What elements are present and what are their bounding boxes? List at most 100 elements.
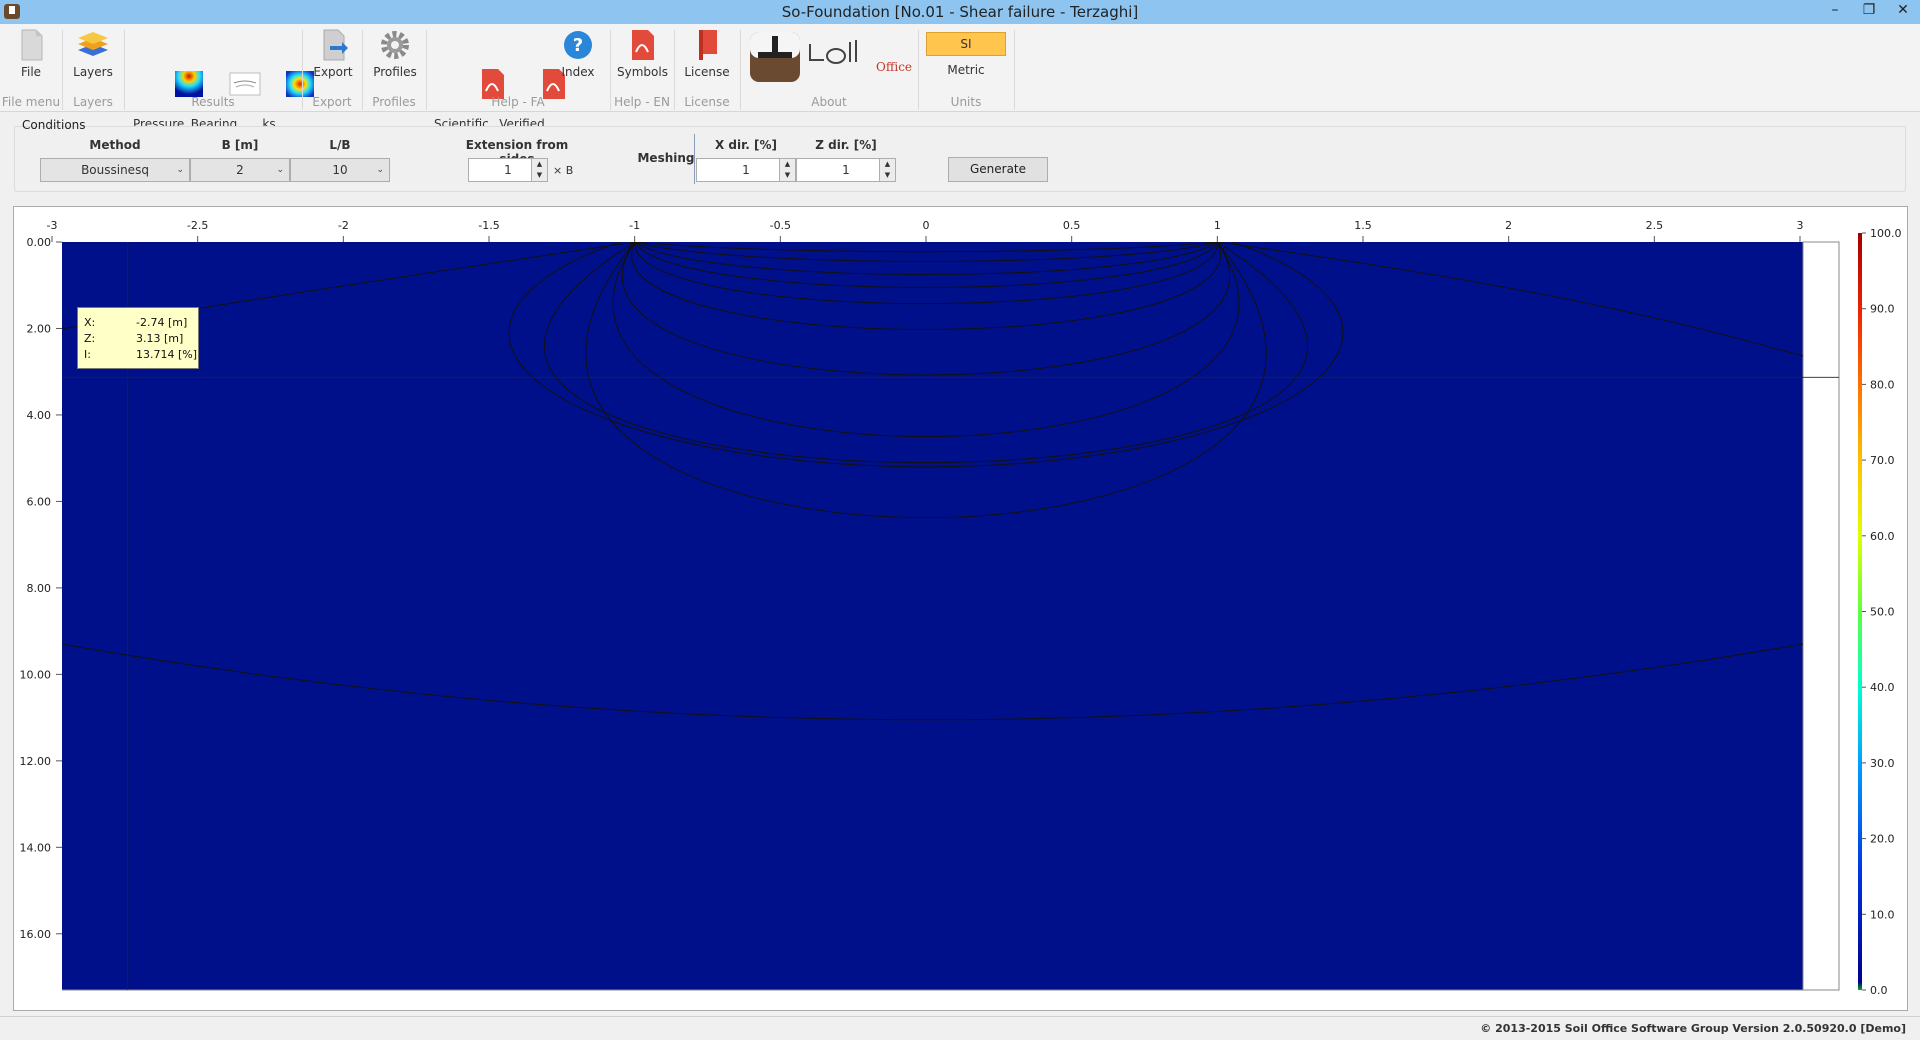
symbols-button[interactable]: Symbols xyxy=(617,28,668,79)
symbols-label: Symbols xyxy=(617,65,668,79)
zdir-input[interactable]: 1 ▲ ▼ xyxy=(796,158,896,182)
pdf-document-icon-2 xyxy=(505,54,565,99)
svg-text:?: ? xyxy=(573,35,583,56)
x-tick-label-3: -1.5 xyxy=(478,219,499,232)
export-icon xyxy=(316,28,350,62)
colorbar-tick-label-0: 100.0 xyxy=(1870,227,1902,240)
arrow-up-icon[interactable]: ▲ xyxy=(880,159,895,170)
value-tooltip: X: -2.74 [m] Z: 3.13 [m] I: 13.714 [%] xyxy=(77,307,199,369)
xdir-stepper[interactable]: ▲ ▼ xyxy=(779,159,795,181)
index-button[interactable]: ? Index xyxy=(555,28,601,79)
app-window: So-Foundation [No.01 - Shear failure - T… xyxy=(0,0,1920,1040)
method-select[interactable]: Boussinesq ⌄ xyxy=(40,158,190,182)
colorbar-tick-label-4: 60.0 xyxy=(1870,530,1895,543)
license-label: License xyxy=(684,65,730,79)
y-tick-label-1: 2.00 xyxy=(27,322,52,335)
b-value: 2 xyxy=(236,163,244,177)
x-tick-label-1: -2.5 xyxy=(187,219,208,232)
title-bar: So-Foundation [No.01 - Shear failure - T… xyxy=(0,0,1920,24)
heatmap-margin xyxy=(1802,241,1840,991)
zdir-label: Z dir. [%] xyxy=(815,138,877,152)
pressure-isobars-icon xyxy=(141,54,203,97)
colorbar-tick-label-10: 0.0 xyxy=(1870,984,1888,997)
x-tick-label-10: 2 xyxy=(1505,219,1512,232)
tooltip-x-value: -2.74 [m] xyxy=(136,316,188,329)
xdir-input[interactable]: 1 ▲ ▼ xyxy=(696,158,796,182)
file-button[interactable]: File xyxy=(8,28,54,79)
y-tick-label-2: 4.00 xyxy=(27,409,52,422)
x-tick-label-8: 1 xyxy=(1214,219,1221,232)
colorbar-tick-label-2: 80.0 xyxy=(1870,378,1895,391)
pressure-isobars-chart[interactable]: -3 -2.5 -2 -1.5 -1 -0.5 0 0.5 1 1.5 2 2.5 3 0.00 2.00… xyxy=(14,207,1907,1010)
x-axis: -3 -2.5 -2 -1.5 -1 -0.5 0 0.5 1 1.5 2 2.5 3 xyxy=(47,219,1804,242)
layers-label: Layers xyxy=(73,65,113,79)
layers-button[interactable]: Layers xyxy=(70,28,116,79)
plot-area[interactable]: -3 -2.5 -2 -1.5 -1 -0.5 0 0.5 1 1.5 2 2.5 3 0.00 2.00… xyxy=(13,206,1908,1011)
x-tick-label-4: -1 xyxy=(629,219,640,232)
group-profiles: Profiles xyxy=(372,95,416,109)
restore-button[interactable]: ❐ xyxy=(1852,0,1886,22)
tooltip-i-key: I: xyxy=(84,348,91,361)
copyright-text: © 2013-2015 Soil Office Software Group V… xyxy=(1480,1022,1906,1035)
group-results: Results xyxy=(191,95,235,109)
license-book-icon xyxy=(690,28,724,62)
group-help-en: Help - EN xyxy=(614,95,670,109)
arrow-down-icon[interactable]: ▼ xyxy=(880,170,895,181)
x-tick-label-11: 2.5 xyxy=(1646,219,1664,232)
tooltip-z-key: Z: xyxy=(84,332,96,345)
ks-contour-icon xyxy=(252,54,314,97)
arrow-up-icon[interactable]: ▲ xyxy=(532,159,547,170)
y-tick-label-3: 6.00 xyxy=(27,495,52,508)
method-value: Boussinesq xyxy=(81,163,149,177)
y-tick-label-6: 12.00 xyxy=(20,755,52,768)
generate-button[interactable]: Generate xyxy=(948,157,1048,182)
close-button[interactable]: ✕ xyxy=(1886,0,1920,22)
x-tick-label-6: 0 xyxy=(923,219,930,232)
chevron-down-icon: ⌄ xyxy=(276,165,284,175)
export-button[interactable]: Export xyxy=(310,28,356,79)
export-label: Export xyxy=(313,65,353,79)
x-tick-label-9: 1.5 xyxy=(1354,219,1372,232)
minimize-button[interactable]: – xyxy=(1818,0,1852,22)
tooltip-i-value: 13.714 [%] xyxy=(136,348,198,361)
colorbar-scale xyxy=(1858,233,1862,990)
y-tick-label-7: 14.00 xyxy=(20,841,52,854)
xdir-label: X dir. [%] xyxy=(714,138,778,152)
profiles-button[interactable]: Profiles xyxy=(370,28,420,79)
x-tick-label-12: 3 xyxy=(1797,219,1804,232)
heatmap-field xyxy=(62,241,1840,991)
extension-input[interactable]: 1 ▲ ▼ xyxy=(468,158,548,182)
zdir-value: 1 xyxy=(842,163,850,177)
chevron-down-icon: ⌄ xyxy=(376,165,384,175)
units-si-toggle[interactable]: SI xyxy=(926,32,1006,56)
y-tick-label-8: 16.00 xyxy=(20,928,52,941)
group-export: Export xyxy=(312,95,352,109)
b-select[interactable]: 2 ⌄ xyxy=(190,158,290,182)
extension-stepper[interactable]: ▲ ▼ xyxy=(531,159,547,181)
zdir-stepper[interactable]: ▲ ▼ xyxy=(879,159,895,181)
colorbar: 100.0 90.0 80.0 70.0 60.0 50.0 40.0 30.0 20.0 10.… xyxy=(1858,227,1902,997)
logo-office-text: Office xyxy=(876,60,913,74)
arrow-down-icon[interactable]: ▼ xyxy=(780,170,795,181)
x-tick-label-5: -0.5 xyxy=(770,219,791,232)
group-about: About xyxy=(811,95,847,109)
about-logo-icon[interactable] xyxy=(750,32,800,82)
profiles-label: Profiles xyxy=(373,65,417,79)
y-tick-label-4: 8.00 xyxy=(27,582,52,595)
group-units: Units xyxy=(950,95,982,109)
file-label: File xyxy=(20,65,42,79)
colorbar-tick-label-3: 70.0 xyxy=(1870,454,1895,467)
arrow-up-icon[interactable]: ▲ xyxy=(780,159,795,170)
heatmap-fill xyxy=(62,242,1803,990)
license-button[interactable]: License xyxy=(682,28,732,79)
colorbar-tick-label-7: 30.0 xyxy=(1870,757,1895,770)
metric-label[interactable]: Metric xyxy=(926,64,1006,77)
meshing-divider xyxy=(694,134,695,184)
method-label: Method xyxy=(89,138,141,152)
lb-value: 10 xyxy=(332,163,348,177)
lb-label: L/B xyxy=(329,138,351,152)
gear-icon xyxy=(378,28,412,62)
group-help-fa: Help - FA xyxy=(491,95,545,109)
lb-select[interactable]: 10 ⌄ xyxy=(290,158,390,182)
arrow-down-icon[interactable]: ▼ xyxy=(532,170,547,181)
